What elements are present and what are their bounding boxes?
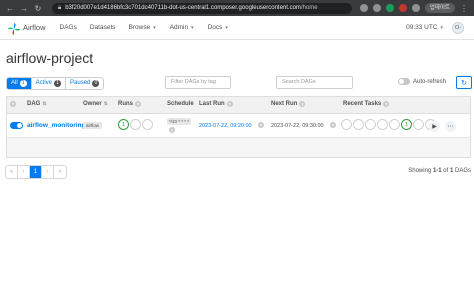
auto-refresh[interactable]: Auto-refresh xyxy=(398,78,446,85)
help-icon: ? xyxy=(135,101,141,107)
status-tabs: All 1 Active 1 Paused 0 xyxy=(6,76,105,90)
airflow-logo[interactable]: Airflow xyxy=(8,22,46,35)
table-empty-area xyxy=(7,138,470,157)
pagination: « ‹ 1 › » xyxy=(5,165,67,179)
url-path: /home xyxy=(300,5,318,11)
back-icon[interactable]: ← xyxy=(6,4,14,13)
tab-active[interactable]: Active 1 xyxy=(32,77,67,89)
pagination-summary: Showing 1-1 of 1 DAGs xyxy=(408,168,471,174)
nav-dags[interactable]: DAGs xyxy=(60,24,77,31)
help-icon: ? xyxy=(299,101,306,107)
schedule-info-icon[interactable]: ? xyxy=(169,127,175,133)
tab-all[interactable]: All 1 xyxy=(7,77,32,89)
trigger-dag-icon[interactable]: ▶ xyxy=(429,121,440,132)
top-navbar: Airflow DAGs Datasets Browse ▼ Admin ▼ Doc… xyxy=(0,16,474,40)
tab-paused[interactable]: Paused 0 xyxy=(66,78,103,89)
recent-tasks-status: 1 xyxy=(341,119,436,130)
browser-nav: ← → ↻ xyxy=(0,4,42,13)
caret-down-icon: ▼ xyxy=(152,25,157,30)
caret-down-icon: ▼ xyxy=(224,25,229,30)
search-input[interactable]: Search DAGs xyxy=(276,76,353,89)
owner-tag[interactable]: airflow xyxy=(83,122,103,129)
page-1-button[interactable]: 1 xyxy=(30,166,42,178)
next-run-info-icon[interactable]: ? xyxy=(330,122,336,128)
run-running-circle[interactable] xyxy=(130,119,141,130)
prev-page-button[interactable]: ‹ xyxy=(18,166,30,178)
col-runs: Runs? xyxy=(118,101,141,107)
auto-refresh-label: Auto-refresh xyxy=(413,78,447,85)
next-run-value: 2023-07-22, 09:30:00 xyxy=(271,123,324,129)
col-last-run[interactable]: Last Run? xyxy=(199,101,233,107)
extension-icon[interactable] xyxy=(385,4,394,12)
help-icon: ? xyxy=(226,101,233,107)
timezone-dropdown[interactable]: 09:33 UTC ▼ xyxy=(406,24,444,31)
task-state-circle[interactable] xyxy=(389,119,400,130)
nav-datasets[interactable]: Datasets xyxy=(90,24,116,31)
caret-down-icon: ▼ xyxy=(190,25,195,30)
filter-row: All 1 Active 1 Paused 0 Filter DAGs by tag … xyxy=(6,76,472,90)
info-icon: ? xyxy=(10,101,16,107)
pinwheel-icon xyxy=(8,22,20,35)
lock-icon: 🔒︎ xyxy=(58,4,62,11)
task-state-circle[interactable] xyxy=(377,119,388,130)
task-state-circle[interactable] xyxy=(353,119,364,130)
url-host: b3f20d007e1d4186bfc3c701dc40711b-dot-us-… xyxy=(65,5,301,11)
bookmark-star-icon[interactable] xyxy=(372,4,381,12)
next-page-button[interactable]: › xyxy=(42,166,54,178)
col-next-run[interactable]: Next Run? xyxy=(271,101,306,107)
help-icon: ? xyxy=(383,101,390,107)
row-actions: ▶ ⋯ xyxy=(429,121,456,132)
reload-icon[interactable]: ↻ xyxy=(34,4,42,13)
extension-icon[interactable] xyxy=(398,4,407,12)
refresh-button[interactable]: ↻ xyxy=(456,76,472,89)
nav-admin[interactable]: Admin ▼ xyxy=(170,24,195,31)
run-success-circle[interactable]: 1 xyxy=(118,119,129,130)
refresh-icon: ↻ xyxy=(461,79,467,87)
page-title: airflow-project xyxy=(6,50,94,66)
first-page-button[interactable]: « xyxy=(6,166,18,178)
more-actions-icon[interactable]: ⋯ xyxy=(445,121,456,132)
tag-filter-input[interactable]: Filter DAGs by tag xyxy=(165,76,231,89)
forward-icon[interactable]: → xyxy=(20,4,28,13)
task-state-circle[interactable] xyxy=(341,119,352,130)
caret-down-icon: ▼ xyxy=(439,25,444,30)
dag-pause-toggle[interactable] xyxy=(10,122,23,129)
nav-browse[interactable]: Browse ▼ xyxy=(129,24,157,31)
run-failed-circle[interactable] xyxy=(142,119,153,130)
extensions-puzzle-icon[interactable] xyxy=(411,4,420,12)
share-icon[interactable] xyxy=(359,4,368,12)
col-schedule: Schedule xyxy=(167,101,194,107)
col-dag[interactable]: DAG ⇅ xyxy=(27,101,47,107)
task-state-circle[interactable] xyxy=(413,119,424,130)
user-avatar[interactable]: O- xyxy=(452,21,464,34)
col-owner[interactable]: Owner ⇅ xyxy=(83,101,108,107)
nav-docs[interactable]: Docs ▼ xyxy=(208,24,229,31)
dag-link[interactable]: airflow_monitoring xyxy=(27,122,86,129)
task-state-circle[interactable] xyxy=(365,119,376,130)
table-header: ? DAG ⇅ Owner ⇅ Runs? Schedule Last Run? N… xyxy=(7,97,470,114)
dags-table: ? DAG ⇅ Owner ⇅ Runs? Schedule Last Run? N… xyxy=(6,96,471,158)
logo-text: Airflow xyxy=(23,23,46,32)
browser-toolbar: ← → ↻ 🔒︎ b3f20d007e1d4186bfc3c701dc40711… xyxy=(0,0,474,16)
last-run-link[interactable]: 2023-07-22, 09:20:00 xyxy=(199,123,252,129)
dag-runs-status: 1 xyxy=(118,119,153,130)
browser-menu-icon[interactable]: ⋮ xyxy=(460,4,468,13)
col-recent-tasks: Recent Tasks? xyxy=(343,101,390,107)
last-run-info-icon[interactable]: ? xyxy=(258,122,264,128)
sort-icon: ⇅ xyxy=(103,101,108,107)
auto-refresh-toggle[interactable] xyxy=(398,78,410,85)
address-bar[interactable]: 🔒︎ b3f20d007e1d4186bfc3c701dc40711b-dot-… xyxy=(52,2,352,14)
schedule-tag[interactable]: */10 * * * * xyxy=(167,118,192,125)
last-page-button[interactable]: » xyxy=(54,166,66,178)
task-success-circle[interactable]: 1 xyxy=(401,119,412,130)
update-button[interactable]: 업데이트 xyxy=(424,3,455,13)
table-row: airflow_monitoring airflow 1 */10 * * * … xyxy=(7,114,470,138)
sort-icon: ⇅ xyxy=(42,101,47,107)
